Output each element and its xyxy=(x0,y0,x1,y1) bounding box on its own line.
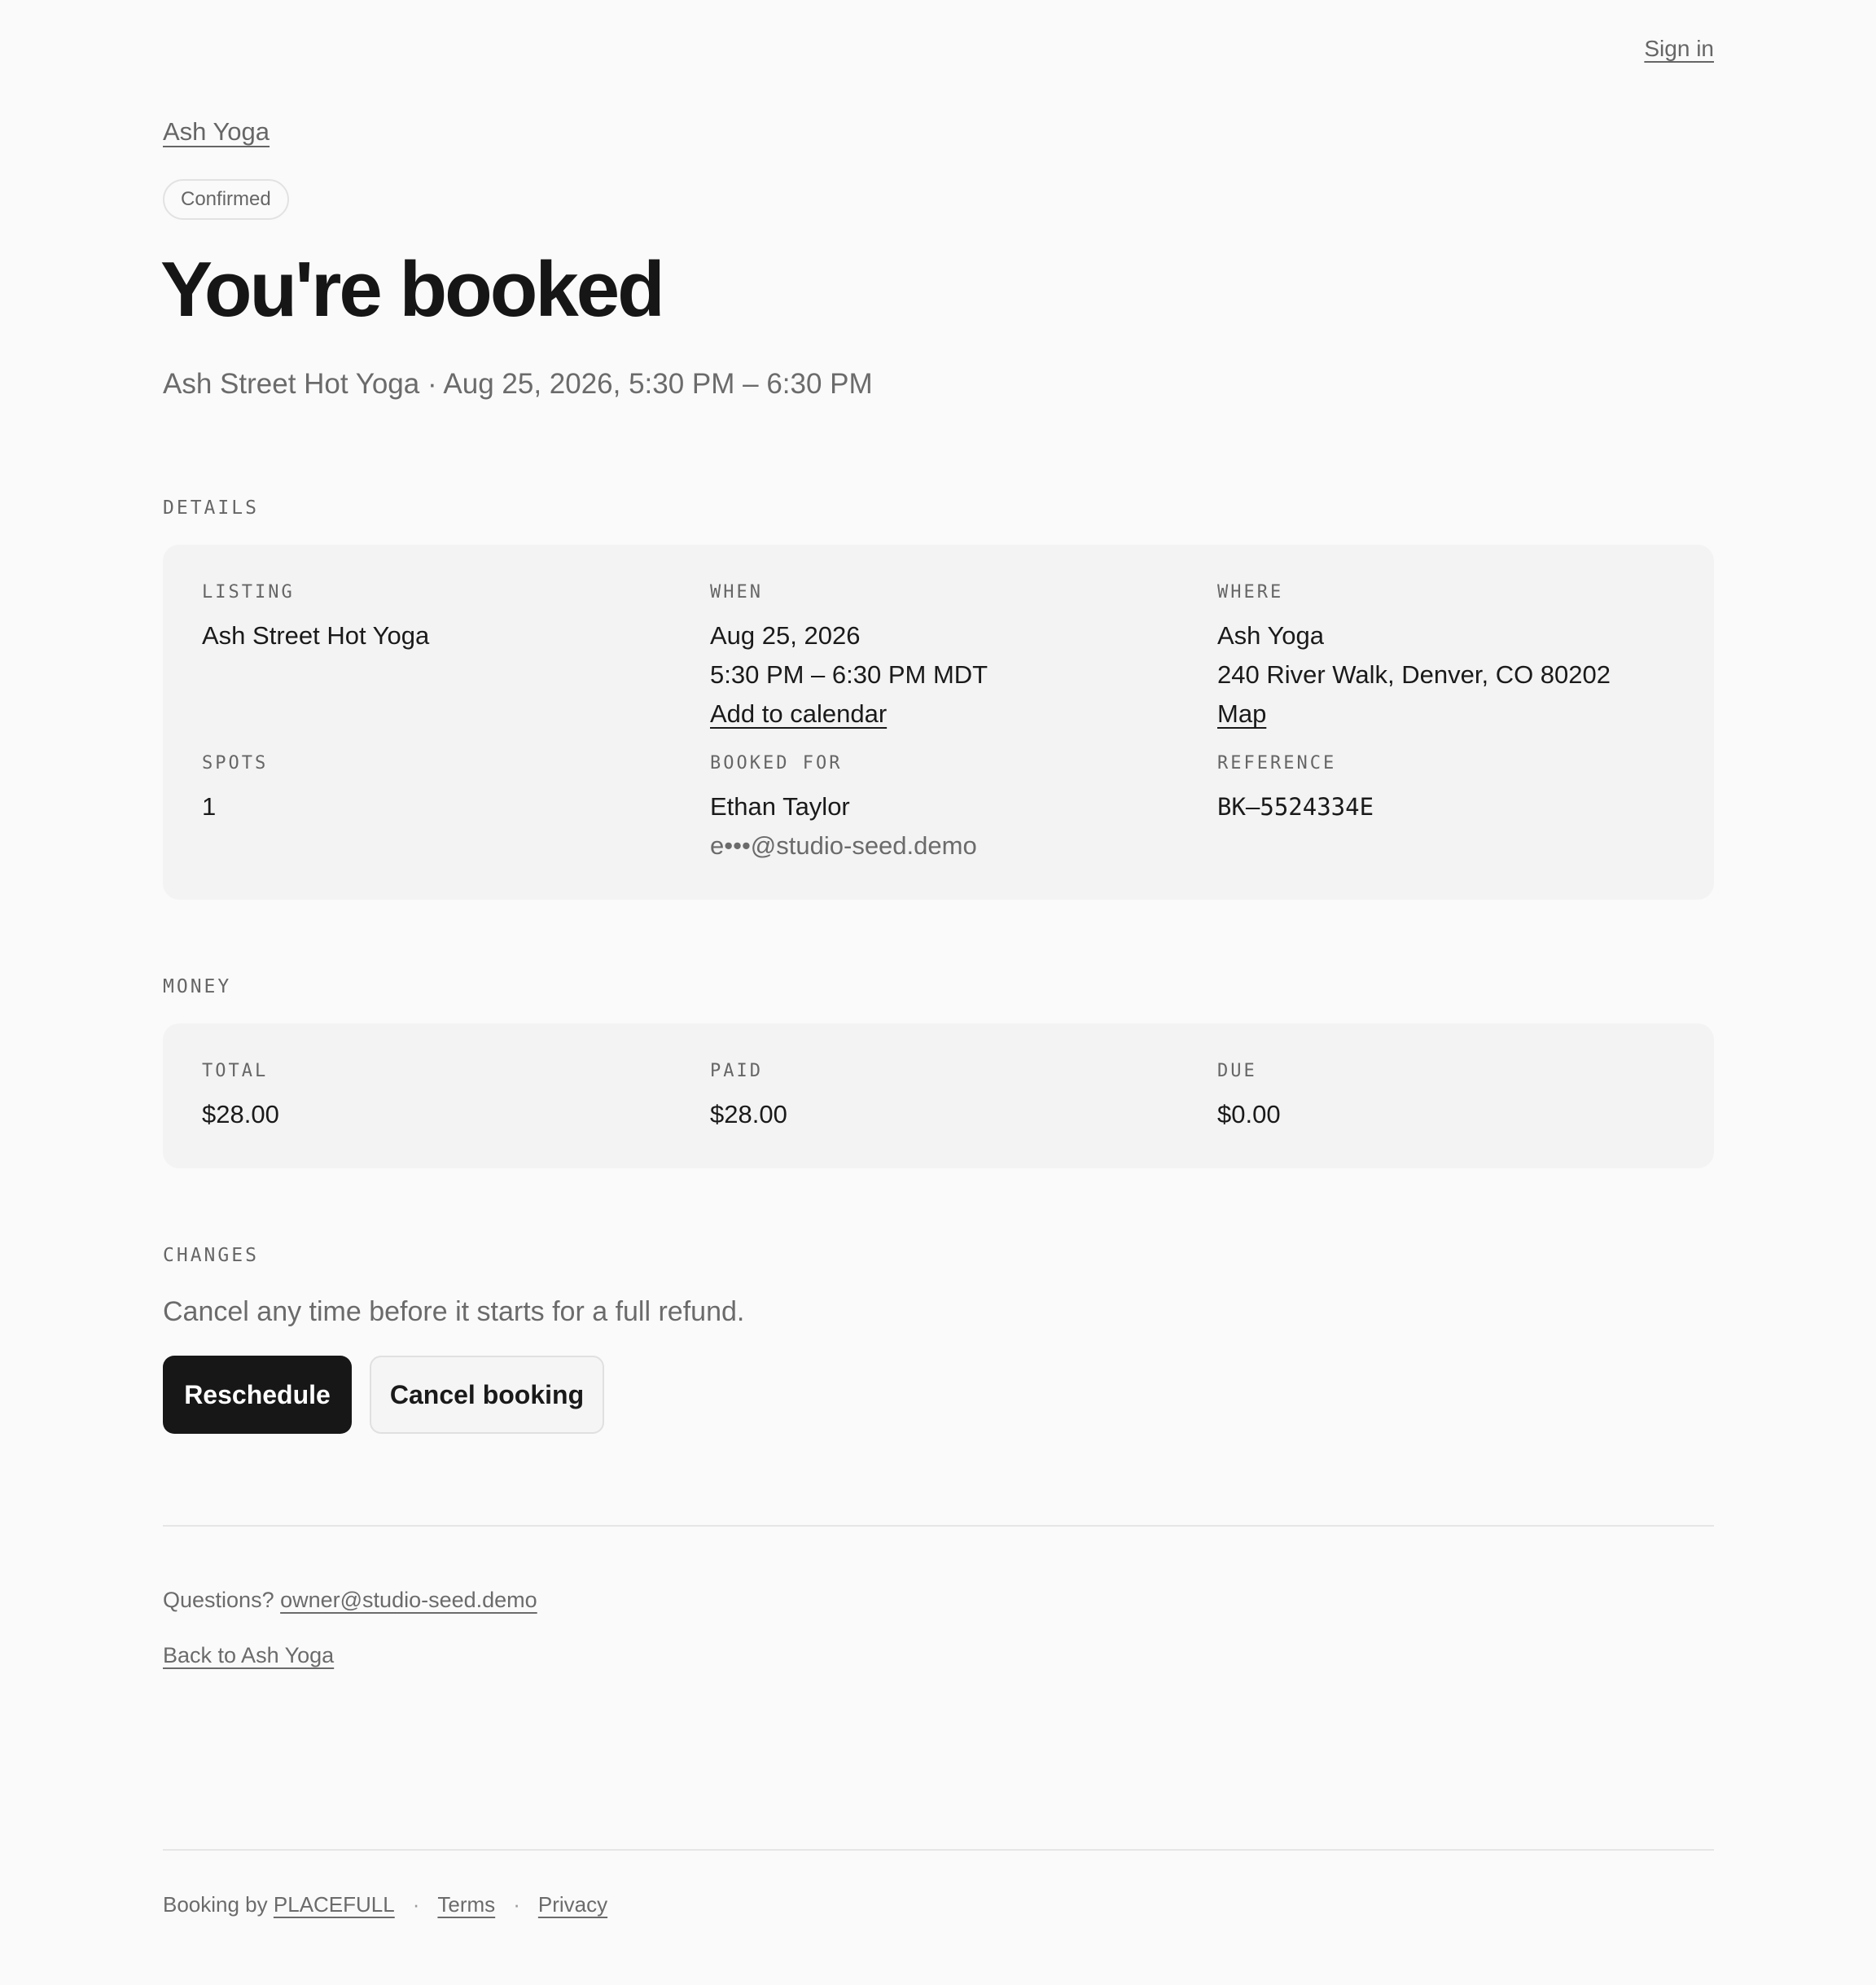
add-to-calendar-link[interactable]: Add to calendar xyxy=(710,695,887,734)
contact-email-link[interactable]: owner@studio-seed.demo xyxy=(280,1588,537,1612)
where-address: 240 River Walk, Denver, CO 80202 xyxy=(1217,660,1611,689)
where-cell: WHERE Ash Yoga 240 River Walk, Denver, C… xyxy=(1217,584,1690,734)
divider xyxy=(163,1525,1714,1527)
when-cell: WHEN Aug 25, 2026 5:30 PM – 6:30 PM MDT … xyxy=(710,584,1182,734)
booked-for-name: Ethan Taylor xyxy=(710,792,850,821)
money-panel: TOTAL $28.00 PAID $28.00 DUE $0.00 xyxy=(163,1023,1714,1168)
spots-cell: SPOTS 1 xyxy=(202,755,674,826)
booked-for-cell: BOOKED FOR Ethan Taylor e•••@studio-seed… xyxy=(710,755,1182,865)
sign-in-link[interactable]: Sign in xyxy=(1644,36,1714,62)
total-value: $28.00 xyxy=(202,1100,279,1128)
due-cell: DUE $0.00 xyxy=(1217,1063,1690,1134)
footer-separator: · xyxy=(513,1892,520,1917)
due-label: DUE xyxy=(1217,1061,1257,1081)
when-time: 5:30 PM – 6:30 PM MDT xyxy=(710,660,988,689)
cancellation-policy: Cancel any time before it starts for a f… xyxy=(163,1296,745,1327)
studio-name-link[interactable]: Ash Yoga xyxy=(163,117,270,147)
reschedule-button[interactable]: Reschedule xyxy=(163,1356,352,1434)
footer-divider xyxy=(163,1849,1714,1851)
paid-label: PAID xyxy=(710,1061,763,1081)
footer-separator: · xyxy=(412,1892,420,1917)
page-title: You're booked xyxy=(160,246,665,333)
listing-label: LISTING xyxy=(202,582,295,603)
when-label: WHEN xyxy=(710,582,763,603)
questions-prefix: Questions? xyxy=(163,1588,274,1612)
when-date: Aug 25, 2026 xyxy=(710,621,861,650)
back-to-studio-link[interactable]: Back to Ash Yoga xyxy=(163,1643,334,1668)
privacy-link[interactable]: Privacy xyxy=(538,1892,607,1917)
booking-summary: Ash Street Hot Yoga · Aug 25, 2026, 5:30… xyxy=(163,368,873,400)
changes-section-label: CHANGES xyxy=(163,1245,259,1266)
status-badge: Confirmed xyxy=(163,179,289,220)
total-label: TOTAL xyxy=(202,1061,269,1081)
total-cell: TOTAL $28.00 xyxy=(202,1063,674,1134)
spots-value: 1 xyxy=(202,792,217,821)
due-value: $0.00 xyxy=(1217,1100,1281,1128)
paid-value: $28.00 xyxy=(710,1100,787,1128)
money-section-label: MONEY xyxy=(163,976,232,997)
footer: Booking by PLACEFULL · Terms · Privacy xyxy=(163,1892,607,1917)
listing-value: Ash Street Hot Yoga xyxy=(202,621,430,650)
booked-for-email: e•••@studio-seed.demo xyxy=(710,831,977,860)
questions-line: Questions? owner@studio-seed.demo xyxy=(163,1588,537,1613)
reference-cell: REFERENCE BK–5524334E xyxy=(1217,755,1690,826)
booked-for-label: BOOKED FOR xyxy=(710,753,843,773)
footer-prefix: Booking by xyxy=(163,1892,268,1917)
cancel-booking-button[interactable]: Cancel booking xyxy=(370,1356,604,1434)
placefull-link[interactable]: PLACEFULL xyxy=(274,1892,395,1917)
terms-link[interactable]: Terms xyxy=(437,1892,495,1917)
reference-label: REFERENCE xyxy=(1217,753,1337,773)
reference-value: BK–5524334E xyxy=(1217,793,1374,821)
listing-cell: LISTING Ash Street Hot Yoga xyxy=(202,584,674,655)
spots-label: SPOTS xyxy=(202,753,269,773)
details-section-label: DETAILS xyxy=(163,497,259,519)
paid-cell: PAID $28.00 xyxy=(710,1063,1182,1134)
booking-confirmation-page: Sign in Ash Yoga Confirmed You're booked… xyxy=(160,0,1714,1985)
where-label: WHERE xyxy=(1217,582,1284,603)
map-link[interactable]: Map xyxy=(1217,695,1266,734)
where-venue: Ash Yoga xyxy=(1217,621,1325,650)
details-panel: LISTING Ash Street Hot Yoga WHEN Aug 25,… xyxy=(163,545,1714,900)
